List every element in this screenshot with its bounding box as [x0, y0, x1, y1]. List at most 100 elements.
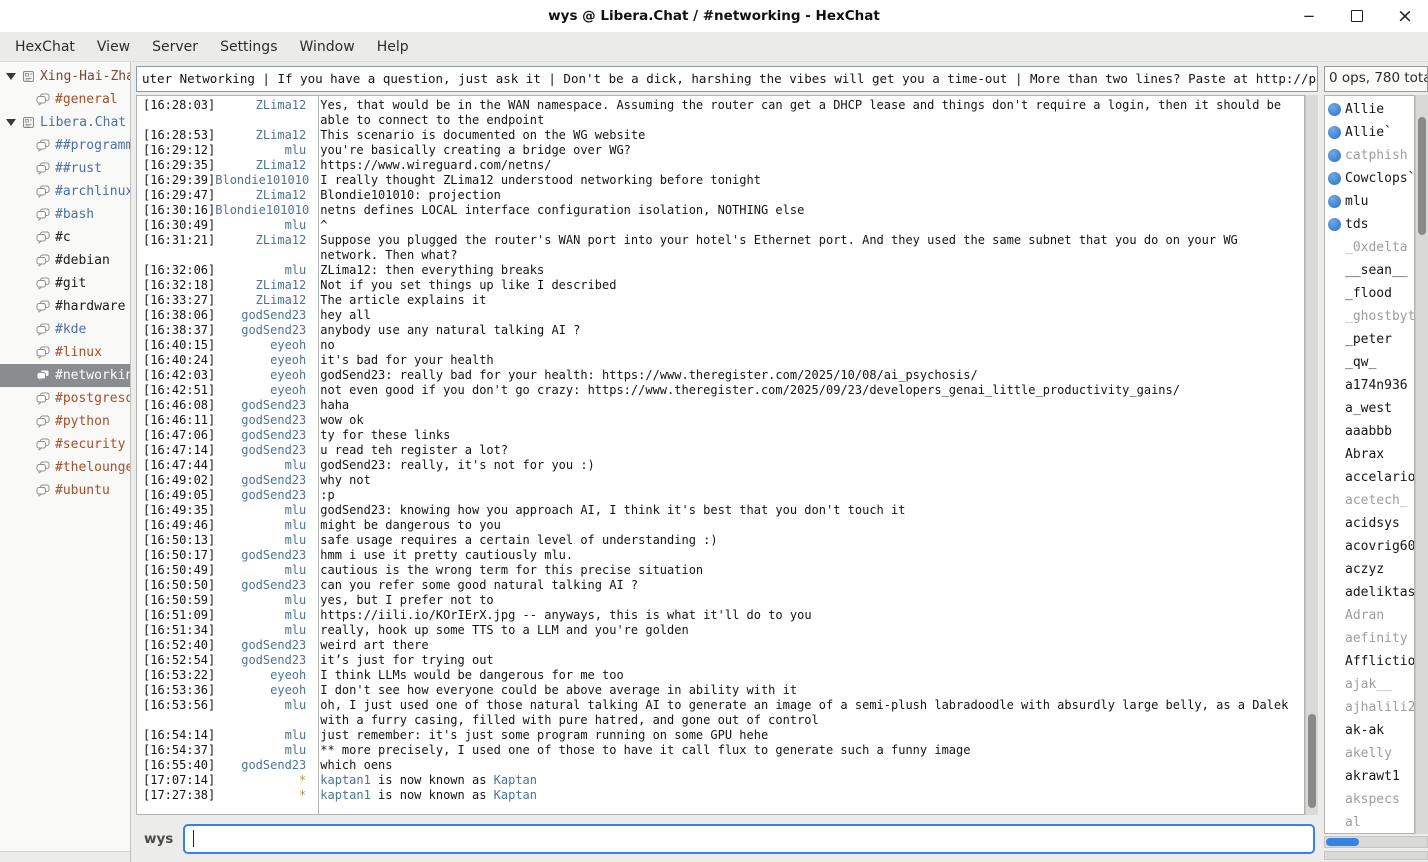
message-link[interactable]: https://www.theregister.com/2025/10/08/a… — [602, 368, 978, 382]
user-list-item[interactable]: acidsys — [1325, 512, 1414, 535]
user-list-item[interactable]: a_west — [1325, 397, 1414, 420]
message-timestamp: [16:50:49] — [137, 563, 215, 578]
tree-channel--git[interactable]: #git — [0, 272, 130, 295]
user-list-scrollbar[interactable] — [1415, 95, 1428, 834]
chat-message-row: [16:55:40]godSend23which oens — [137, 758, 1304, 773]
user-list-item[interactable]: aefinity — [1325, 627, 1414, 650]
channel-icon — [36, 438, 50, 451]
message-timestamp: [16:40:24] — [137, 353, 215, 368]
user-list-item[interactable]: Affliction — [1325, 650, 1414, 673]
tree-channel--kde[interactable]: #kde — [0, 318, 130, 341]
message-text: really, hook up some TTS to a LLM and yo… — [312, 623, 1304, 638]
message-timestamp: [16:53:56] — [137, 698, 215, 728]
menu-help[interactable]: Help — [366, 32, 420, 61]
user-list-item[interactable]: adeliktas — [1325, 581, 1414, 604]
user-list-item[interactable]: __sean__ — [1325, 259, 1414, 282]
voice-dot-icon — [1328, 126, 1341, 139]
user-list-item[interactable]: _0xdelta — [1325, 236, 1414, 259]
chat-message-row: [16:49:46]mlumight be dangerous to you — [137, 518, 1304, 533]
expander-icon[interactable] — [6, 73, 16, 80]
chat-message-row: [16:28:53]ZLima12This scenario is docume… — [137, 128, 1304, 143]
menu-server[interactable]: Server — [141, 32, 209, 61]
user-list-item[interactable]: accelario — [1325, 466, 1414, 489]
close-icon[interactable]: × — [1392, 3, 1418, 29]
user-list-item[interactable]: ak-ak — [1325, 719, 1414, 742]
expander-icon[interactable] — [6, 119, 16, 126]
message-nick: mlu — [215, 503, 312, 518]
user-list-item[interactable]: Allie — [1325, 98, 1414, 121]
chat-message-row: [16:51:34]mlureally, hook up some TTS to… — [137, 623, 1304, 638]
menu-settings[interactable]: Settings — [209, 32, 288, 61]
tree-channel--ubuntu[interactable]: #ubuntu — [0, 479, 130, 502]
message-text: Blondie101010: projection — [312, 188, 1304, 203]
channel-icon — [36, 300, 50, 313]
user-list-item[interactable]: aczyz — [1325, 558, 1414, 581]
user-list-item[interactable]: a174n936 — [1325, 374, 1414, 397]
tree-channel--archlinux[interactable]: #archlinux — [0, 180, 130, 203]
channel-icon — [36, 277, 50, 290]
message-timestamp: [16:51:09] — [137, 608, 215, 623]
tree-channel--debian[interactable]: #debian — [0, 249, 130, 272]
user-list-item[interactable]: tds — [1325, 213, 1414, 236]
tree-channel--c[interactable]: #c — [0, 226, 130, 249]
user-list-item[interactable]: _qw_ — [1325, 351, 1414, 374]
tree-channel--security[interactable]: #security — [0, 433, 130, 456]
tree-item-label: ##rust — [55, 161, 102, 176]
user-list-scrollbar-thumb[interactable] — [1418, 117, 1426, 235]
tree-channel--bash[interactable]: #bash — [0, 203, 130, 226]
menu-hexchat[interactable]: HexChat — [4, 32, 86, 61]
chat-scrollbar[interactable] — [1305, 95, 1318, 815]
tree-server-xing-hai-zhang[interactable]: Xing-Hai-Zhang — [0, 65, 130, 88]
tree-channel--programming[interactable]: ##programming — [0, 134, 130, 157]
topic-input[interactable]: uter Networking | If you have a question… — [136, 66, 1318, 92]
tree-channel--rust[interactable]: ##rust — [0, 157, 130, 180]
minimize-icon[interactable]: − — [1296, 3, 1322, 29]
message-input[interactable] — [183, 824, 1315, 854]
user-list-item[interactable]: aaabbb — [1325, 420, 1414, 443]
message-timestamp: [16:31:21] — [137, 233, 215, 263]
message-link[interactable]: https://www.wireguard.com/netns/ — [320, 158, 551, 172]
message-link[interactable]: https://www.theregister.com/2025/09/23/d… — [588, 383, 1180, 397]
user-list-item[interactable]: akspecs — [1325, 788, 1414, 811]
user-list-item[interactable]: akelly — [1325, 742, 1414, 765]
message-timestamp: [16:49:35] — [137, 503, 215, 518]
user-list-item[interactable]: _peter — [1325, 328, 1414, 351]
user-list-item[interactable]: Cowclops` — [1325, 167, 1414, 190]
tree-channel--networking[interactable]: #networking — [0, 364, 130, 387]
tree-server-libera-chat[interactable]: Libera.Chat — [0, 111, 130, 134]
user-list-item[interactable]: mlu — [1325, 190, 1414, 213]
tree-channel--python[interactable]: #python — [0, 410, 130, 433]
user-list-item[interactable]: al — [1325, 811, 1414, 834]
chat-scrollbar-thumb[interactable] — [1308, 714, 1316, 808]
tree-channel--hardware[interactable]: #hardware — [0, 295, 130, 318]
tree-channel--thelounge[interactable]: #thelounge — [0, 456, 130, 479]
user-list-item[interactable]: akrawt1 — [1325, 765, 1414, 788]
message-timestamp: [16:55:40] — [137, 758, 215, 773]
user-list-item[interactable]: acetech_ — [1325, 489, 1414, 512]
tree-channel--postgresql[interactable]: #postgresql — [0, 387, 130, 410]
tree-channel--linux[interactable]: #linux — [0, 341, 130, 364]
message-link[interactable]: https://iili.io/KOrIErX.jpg — [320, 608, 515, 622]
menu-view[interactable]: View — [86, 32, 141, 61]
user-list-item[interactable]: _flood — [1325, 282, 1414, 305]
menu-window[interactable]: Window — [288, 32, 365, 61]
user-list-item[interactable]: ajak__ — [1325, 673, 1414, 696]
message-nick: godSend23 — [215, 488, 312, 503]
user-nick: akspecs — [1345, 792, 1400, 807]
user-list-item[interactable]: Adran — [1325, 604, 1414, 627]
message-timestamp: [16:29:35] — [137, 158, 215, 173]
tree-channel--general[interactable]: #general — [0, 88, 130, 111]
message-nick: ZLima12 — [215, 278, 312, 293]
user-list-item[interactable]: Abrax — [1325, 443, 1414, 466]
user-list-item[interactable]: Allie` — [1325, 121, 1414, 144]
user-list-hscrollbar[interactable] — [1324, 836, 1428, 848]
message-text: might be dangerous to you — [312, 518, 1304, 533]
user-list-hscrollbar-thumb[interactable] — [1326, 838, 1359, 846]
user-list-item[interactable]: ajhalili2 — [1325, 696, 1414, 719]
chat-message-row: [16:29:35]ZLima12https://www.wireguard.c… — [137, 158, 1304, 173]
maximize-icon[interactable] — [1344, 3, 1370, 29]
user-list-item[interactable]: acovrig60 — [1325, 535, 1414, 558]
message-timestamp: [16:30:49] — [137, 218, 215, 233]
user-list-item[interactable]: _ghostbyte — [1325, 305, 1414, 328]
user-list-item[interactable]: catphish — [1325, 144, 1414, 167]
